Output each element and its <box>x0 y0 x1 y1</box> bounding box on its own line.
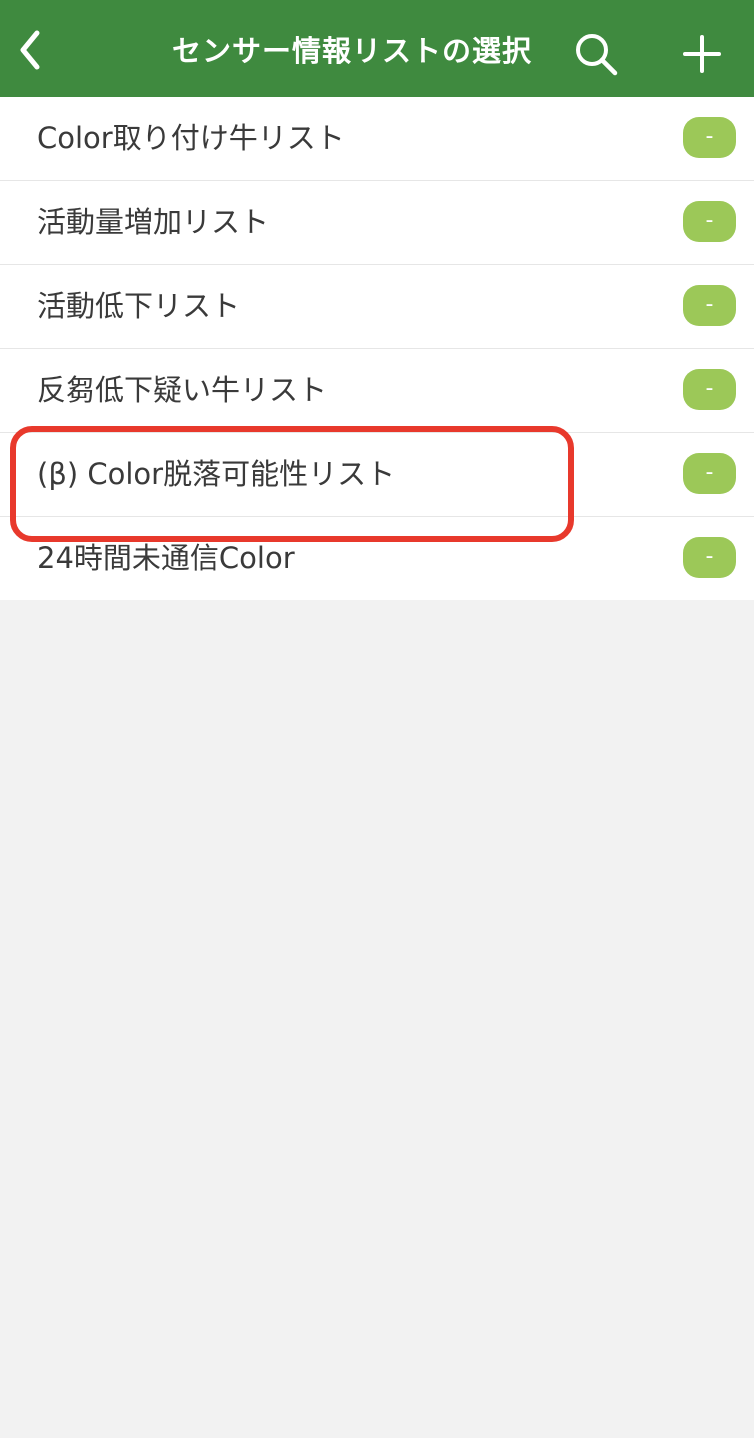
remove-button[interactable]: - <box>683 285 736 326</box>
remove-button[interactable]: - <box>683 201 736 242</box>
search-button[interactable] <box>568 26 624 82</box>
list-item-label: 活動低下リスト <box>37 289 241 323</box>
list-item-label: (β) Color脱落可能性リスト <box>37 457 396 491</box>
list-item[interactable]: 反芻低下疑い牛リスト - <box>0 349 754 433</box>
remove-button[interactable]: - <box>683 117 736 158</box>
add-button[interactable] <box>674 26 730 82</box>
list-item[interactable]: 24時間未通信Color - <box>0 517 754 600</box>
remove-button[interactable]: - <box>683 537 736 578</box>
list-item-label: 反芻低下疑い牛リスト <box>37 373 328 407</box>
remove-button[interactable]: - <box>683 369 736 410</box>
list-item-label: 活動量増加リスト <box>37 205 270 239</box>
list-item-label: 24時間未通信Color <box>37 541 295 575</box>
back-button[interactable] <box>8 20 52 80</box>
list-item-label: Color取り付け牛リスト <box>37 121 345 155</box>
sensor-list: Color取り付け牛リスト - 活動量増加リスト - 活動低下リスト - 反芻低… <box>0 97 754 600</box>
chevron-left-icon <box>20 30 40 70</box>
app-header: センサー情報リストの選択 <box>0 0 754 97</box>
plus-icon <box>683 35 721 73</box>
list-item[interactable]: Color取り付け牛リスト - <box>0 97 754 181</box>
list-item[interactable]: 活動量増加リスト - <box>0 181 754 265</box>
list-item[interactable]: 活動低下リスト - <box>0 265 754 349</box>
list-item[interactable]: (β) Color脱落可能性リスト - <box>0 433 754 517</box>
search-icon <box>576 34 618 76</box>
page-title: センサー情報リストの選択 <box>171 33 532 68</box>
remove-button[interactable]: - <box>683 453 736 494</box>
